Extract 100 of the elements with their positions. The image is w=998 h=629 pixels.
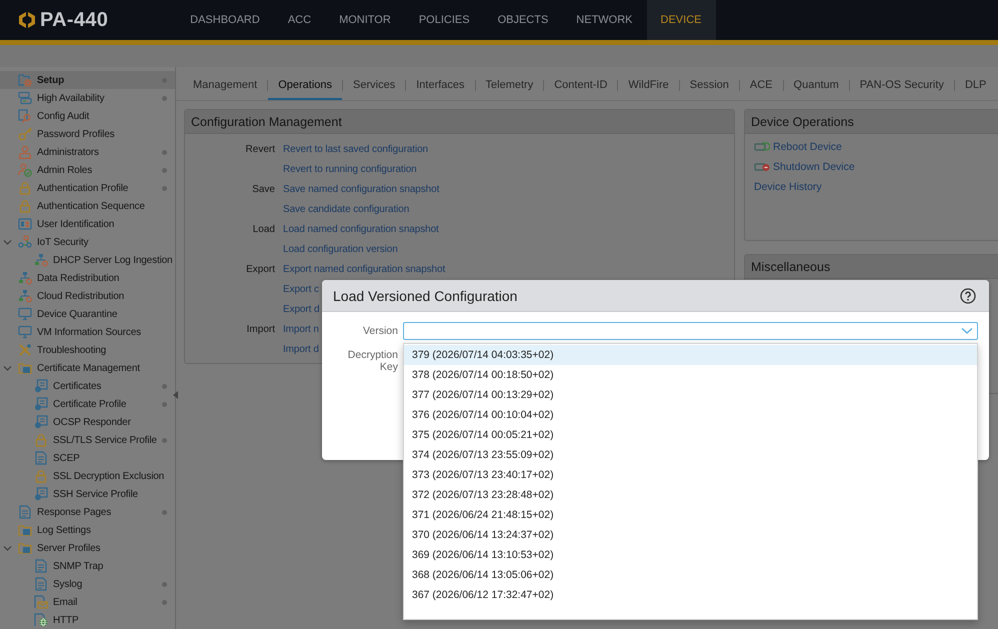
action-link[interactable]: Load named configuration snapshot [283,224,439,234]
nav-tab[interactable]: DEVICE [646,0,716,40]
help-icon[interactable] [960,288,976,304]
monitor-icon [18,325,32,339]
id-card-icon [18,217,32,231]
field-label: Version [362,324,398,337]
sidebar-item[interactable]: Password Profiles [0,125,175,143]
tab[interactable]: DLP [954,67,996,100]
sidebar-item[interactable]: SSL/TLS Service Profile [0,431,175,449]
server-icon [18,91,32,105]
tab[interactable]: Telemetry [476,67,544,100]
operation-link[interactable]: Shutdown Device [754,157,989,177]
nav-tab[interactable]: MONITOR [325,0,405,40]
sidebar-item[interactable]: Authentication Sequence [0,197,175,215]
dropdown-option[interactable]: 378 (2026/07/14 00:18:50+02) [404,365,977,385]
tab[interactable]: Session [680,67,739,100]
sidebar-item[interactable]: Config Audit [0,107,175,125]
dropdown-option[interactable]: 377 (2026/07/14 00:13:29+02) [404,385,977,405]
certificate-icon [34,379,48,393]
nav-tab[interactable]: POLICIES [404,0,484,40]
tab[interactable]: Operations [268,67,342,100]
chevron-icon[interactable] [3,364,12,372]
sidebar-item[interactable]: SSH Service Profile [0,485,175,503]
sidebar-item[interactable]: DHCP Server Log Ingestion [0,251,175,269]
action-link[interactable]: Import n [283,324,319,334]
action-link[interactable]: Load configuration version [283,244,398,254]
lock-icon [18,181,32,195]
sidebar-item[interactable]: Cloud Redistribution [0,287,175,305]
tab[interactable]: WildFire [618,67,679,100]
document-icon [34,451,48,465]
tab[interactable]: PAN-OS Security [850,67,954,100]
dropdown-option[interactable]: 374 (2026/07/13 23:55:09+02) [404,445,977,465]
field-label: Decryption Key [346,348,398,373]
sidebar-item[interactable]: Data Redistribution [0,269,175,287]
sidebar-item[interactable]: Log Settings [0,521,175,539]
action-link[interactable]: Export c [283,284,319,294]
operation-link[interactable]: Device History [754,177,989,197]
sidebar-item[interactable]: Troubleshooting [0,341,175,359]
sidebar-item[interactable]: SSL Decryption Exclusion [0,467,175,485]
tab[interactable]: ACE [740,67,783,100]
dropdown-option[interactable]: 373 (2026/07/13 23:40:17+02) [404,465,977,485]
sidebar-item[interactable]: IoT Security [0,233,175,251]
tab[interactable]: Management [183,67,268,100]
tab[interactable]: Quantum [784,67,849,100]
chevron-icon[interactable] [3,238,12,246]
sidebar-item[interactable]: Certificates [0,377,175,395]
monitor-icon [18,307,32,321]
dropdown-option[interactable]: 375 (2026/07/14 00:05:21+02) [404,425,977,445]
chevron-down-icon [961,327,973,335]
sidebar-item[interactable]: Certificate Management [0,359,175,377]
sidebar-item[interactable]: Email [0,593,175,611]
sidebar-item[interactable]: VM Information Sources [0,323,175,341]
action-link[interactable]: Export d [283,304,320,314]
sidebar-item[interactable]: Device Quarantine [0,305,175,323]
action-label: Export [245,264,275,274]
chevron-icon[interactable] [3,544,12,552]
dropdown-option[interactable]: 376 (2026/07/14 00:10:04+02) [404,405,977,425]
dropdown-option[interactable]: 369 (2026/06/14 13:10:53+02) [404,545,977,565]
sidebar-item[interactable]: HTTP [0,611,175,629]
sidebar-item[interactable]: Authentication Profile [0,179,175,197]
sidebar-item[interactable]: User Identification [0,215,175,233]
sidebar-item[interactable]: High Availability [0,89,175,107]
operation-link[interactable]: Reboot Device [754,137,989,157]
sidebar-item[interactable]: OCSP Responder [0,413,175,431]
lock-icon [34,433,48,447]
nav-tab[interactable]: NETWORK [562,0,647,40]
dropdown-option[interactable]: 367 (2026/06/12 17:32:47+02) [404,585,977,605]
sidebar-item[interactable]: SCEP [0,449,175,467]
sidebar-item[interactable]: Certificate Profile [0,395,175,413]
dropdown-option[interactable]: 372 (2026/07/13 23:28:48+02) [404,485,977,505]
dropdown-option[interactable]: 370 (2026/06/14 13:24:37+02) [404,525,977,545]
action-link[interactable]: Revert to last saved configuration [283,144,428,154]
action-link[interactable]: Export named configuration snapshot [283,264,446,274]
sidebar-item[interactable]: Administrators [0,143,175,161]
sidebar-item[interactable]: Server Profiles [0,539,175,557]
certificate-icon [34,415,48,429]
sidebar-item[interactable]: Setup [0,71,175,89]
collapse-handle-icon[interactable] [173,391,178,399]
tab[interactable]: Interfaces [406,67,475,100]
action-link[interactable]: Revert to running configuration [283,164,417,174]
sidebar-item[interactable]: SNMP Trap [0,557,175,575]
folder-icon [18,523,32,537]
dialog-title: Load Versioned Configuration [333,288,518,304]
certificate-icon [34,487,48,501]
nav-tab[interactable]: ACC [274,0,326,40]
panel-header: Configuration Management [185,110,734,134]
action-link[interactable]: Save candidate configuration [283,204,410,214]
sidebar-item[interactable]: Response Pages [0,503,175,521]
nav-tab[interactable]: DASHBOARD [176,0,274,40]
tab[interactable]: Content-ID [544,67,618,100]
sidebar-item[interactable]: Syslog [0,575,175,593]
tab[interactable]: Services [343,67,406,100]
nav-tab[interactable]: OBJECTS [484,0,562,40]
action-link[interactable]: Import d [283,344,319,354]
dropdown-option[interactable]: 371 (2026/06/24 21:48:15+02) [404,505,977,525]
dropdown-option[interactable]: 368 (2026/06/14 13:05:06+02) [404,565,977,585]
sidebar-item[interactable]: Admin Roles [0,161,175,179]
dropdown-option[interactable]: 379 (2026/07/14 04:03:35+02) [404,345,977,365]
version-combobox[interactable] [403,322,978,340]
action-link[interactable]: Save named configuration snapshot [283,184,440,194]
